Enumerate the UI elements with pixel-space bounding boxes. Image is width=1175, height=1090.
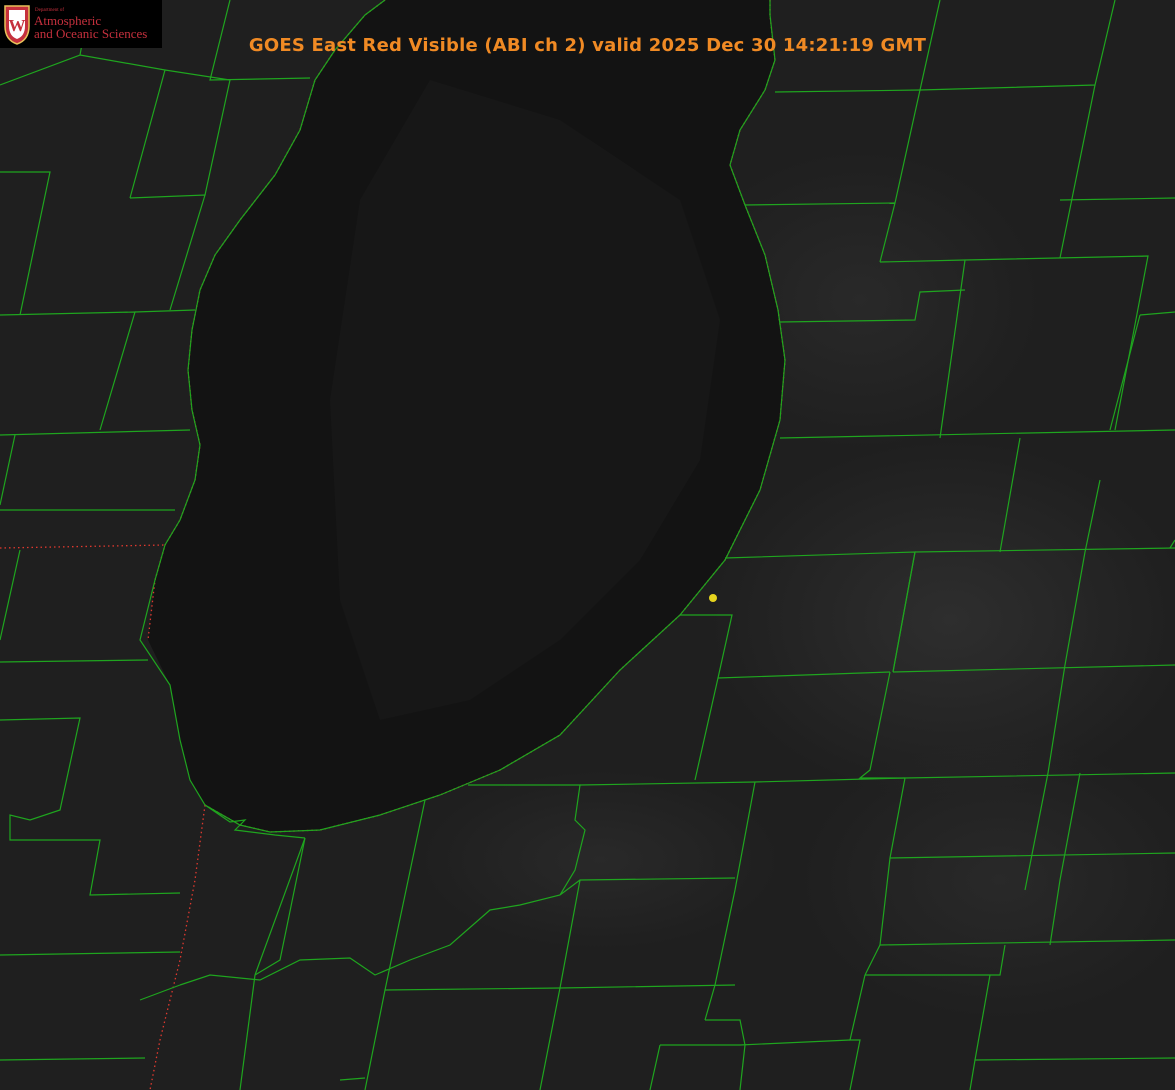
uw-crest-icon: W (4, 5, 30, 45)
satellite-image-frame: GOES East Red Visible (ABI ch 2) valid 2… (0, 0, 1175, 1090)
satellite-map (0, 0, 1175, 1090)
image-title: GOES East Red Visible (ABI ch 2) valid 2… (248, 35, 927, 56)
aos-logo: W Department of Atmospheric and Oceanic … (0, 0, 162, 48)
crest-letter: W (9, 16, 26, 35)
logo-line2-text: and Oceanic Sciences (34, 26, 148, 41)
station-point[interactable] (709, 594, 717, 602)
